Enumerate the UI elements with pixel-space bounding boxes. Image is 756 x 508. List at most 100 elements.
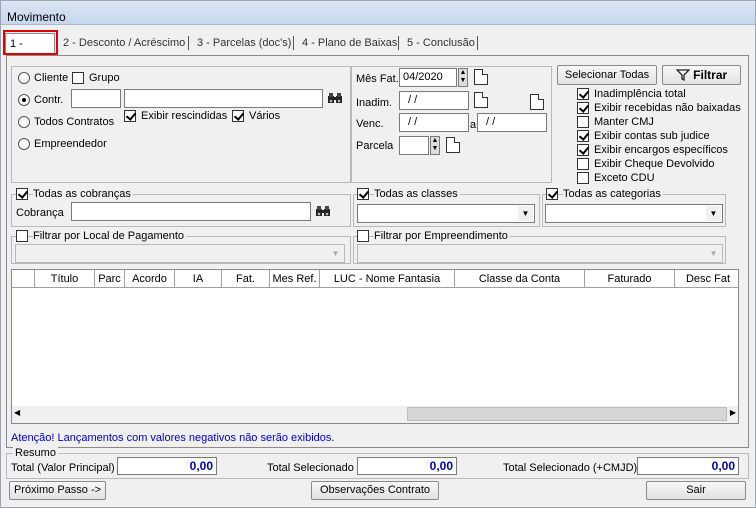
todos-contratos-label: Todos Contratos (34, 116, 115, 128)
document-icon[interactable] (474, 69, 488, 85)
mes-fat-input[interactable]: 04/2020 (399, 68, 457, 87)
venc-from-input[interactable]: / / (399, 113, 469, 132)
chevron-down-icon: ▼ (706, 206, 721, 221)
tab-separator (293, 36, 294, 50)
venc-to-value: / / (486, 116, 496, 128)
funnel-icon (675, 69, 691, 82)
document-icon[interactable] (446, 137, 460, 153)
total-principal-value: 0,00 (117, 457, 217, 475)
radio-empreendedor[interactable] (18, 138, 30, 150)
grid-column-header[interactable]: Mes Ref. (270, 270, 320, 287)
tab-strip: 1 - Filtro 2 - Desconto / Acréscimo 3 - … (1, 33, 755, 70)
total-principal-label: Total (Valor Principal) (11, 462, 115, 474)
grid-column-header[interactable]: Classe da Conta (455, 270, 585, 287)
grid-column-header[interactable]: Fat. (222, 270, 270, 287)
mes-fat-label: Mês Fat. (356, 73, 399, 85)
option-checkbox[interactable] (577, 172, 589, 184)
window-title: Movimento (7, 10, 66, 24)
contr-code-input[interactable] (71, 89, 121, 108)
option-checkbox[interactable] (577, 158, 589, 170)
grid-column-header[interactable]: LUC - Nome Fantasia (320, 270, 455, 287)
local-pagamento-select[interactable]: ▼ (15, 244, 345, 263)
venc-to-input[interactable]: / / (477, 113, 547, 132)
option-checkbox[interactable] (577, 116, 589, 128)
todas-classes-label: Todas as classes (374, 188, 460, 200)
selecionar-todas-button[interactable]: Selecionar Todas (557, 65, 657, 85)
option-checkbox[interactable] (577, 130, 589, 142)
tab-separator (398, 36, 399, 50)
option-label: Exibir encargos específicos (594, 144, 728, 156)
tab-separator (477, 36, 478, 50)
contr-label: Contr. (34, 94, 64, 106)
tab-desconto[interactable]: 2 - Desconto / Acréscimo (59, 33, 189, 53)
parcela-input[interactable] (399, 136, 429, 155)
proximo-passo-button[interactable]: Próximo Passo -> (9, 481, 106, 500)
venc-from-value: / / (408, 116, 418, 128)
todas-cobrancas-label: Todas as cobranças (33, 188, 133, 200)
scroll-right-icon[interactable]: ▶ (730, 408, 736, 417)
option-label: Inadimplência total (594, 88, 686, 100)
classes-select[interactable]: ▼ (357, 204, 535, 223)
cobranca-input[interactable] (71, 202, 311, 221)
scroll-left-icon[interactable]: ◀ (14, 408, 20, 417)
venc-a-label: a (470, 119, 477, 131)
checkbox-local-pagamento[interactable] (16, 230, 28, 242)
option-label: Exibir recebidas não baixadas (594, 102, 741, 114)
document-icon[interactable] (474, 92, 488, 108)
grid-column-header[interactable]: Desc Fat (675, 270, 738, 287)
checkbox-empreendimento[interactable] (357, 230, 369, 242)
filtrar-label: Filtrar (693, 68, 728, 82)
grid-column-header[interactable]: Acordo (125, 270, 175, 287)
chevron-down-icon: ▼ (706, 246, 721, 261)
varios-label: Vários (249, 110, 281, 122)
grid-column-header[interactable]: Parc (95, 270, 125, 287)
horizontal-scrollbar[interactable]: ◀ ▶ (12, 406, 738, 423)
checkbox-varios[interactable] (232, 110, 244, 122)
resumo-title: Resumo (13, 447, 58, 459)
grid-column-header[interactable]: IA (175, 270, 222, 287)
parcela-label: Parcela (356, 140, 394, 152)
radio-todos-contratos[interactable] (18, 116, 30, 128)
radio-cliente[interactable] (18, 72, 30, 84)
grid-column-header[interactable]: Título (35, 270, 95, 287)
binoculars-icon[interactable] (314, 202, 332, 220)
exibir-rescindidas-label: Exibir rescindidas (141, 110, 228, 122)
title-bar: Movimento (1, 1, 755, 25)
empreendimento-select[interactable]: ▼ (357, 244, 723, 263)
inadim-label: Inadim. (356, 97, 393, 109)
inadim-input[interactable]: / / (399, 91, 469, 110)
option-checkbox[interactable] (577, 102, 589, 114)
option-label: Manter CMJ (594, 116, 654, 128)
cliente-label: Cliente (34, 72, 69, 84)
checkbox-todas-categorias[interactable] (546, 188, 558, 200)
mes-fat-value: 04/2020 (403, 71, 443, 83)
results-grid[interactable]: Título Parc Acordo IA Fat. Mes Ref. LUC - Nome… (11, 269, 739, 424)
contr-name-input[interactable] (124, 89, 323, 108)
tab-conclusao[interactable]: 5 - Conclusão (403, 33, 479, 53)
grid-column-header[interactable]: Faturado (585, 270, 675, 287)
tab-plano-baixas[interactable]: 4 - Plano de Baixas (298, 33, 401, 53)
option-checkbox[interactable] (577, 144, 589, 156)
sair-button[interactable]: Sair (646, 481, 746, 500)
checkbox-todas-cobrancas[interactable] (16, 188, 28, 200)
empreendedor-label: Empreendedor (34, 138, 107, 150)
scrollbar-thumb[interactable] (407, 407, 727, 421)
radio-contr[interactable] (18, 94, 30, 106)
parcela-spinner[interactable]: ▲ ▼ (430, 136, 440, 155)
checkbox-grupo[interactable] (72, 72, 84, 84)
tab-parcelas[interactable]: 3 - Parcelas (doc's) (193, 33, 295, 53)
document-icon[interactable] (530, 94, 544, 110)
observacoes-contrato-button[interactable]: Observações Contrato (311, 481, 439, 500)
movimento-window: Movimento 1 - Filtro 2 - Desconto / Acré… (0, 0, 756, 508)
mes-fat-spinner[interactable]: ▲ ▼ (458, 68, 468, 87)
filtrar-button[interactable]: Filtrar (662, 65, 741, 85)
binoculars-icon[interactable] (326, 89, 344, 107)
empreendimento-label: Filtrar por Empreendimento (374, 230, 510, 242)
total-selecionado-cmjd-value: 0,00 (637, 457, 739, 475)
option-checkbox[interactable] (577, 88, 589, 100)
option-label: Exibir Cheque Devolvido (594, 158, 715, 170)
categorias-select[interactable]: ▼ (545, 204, 723, 223)
checkbox-todas-classes[interactable] (357, 188, 369, 200)
checkbox-exibir-rescindidas[interactable] (124, 110, 136, 122)
total-selecionado-label: Total Selecionado (267, 462, 354, 474)
